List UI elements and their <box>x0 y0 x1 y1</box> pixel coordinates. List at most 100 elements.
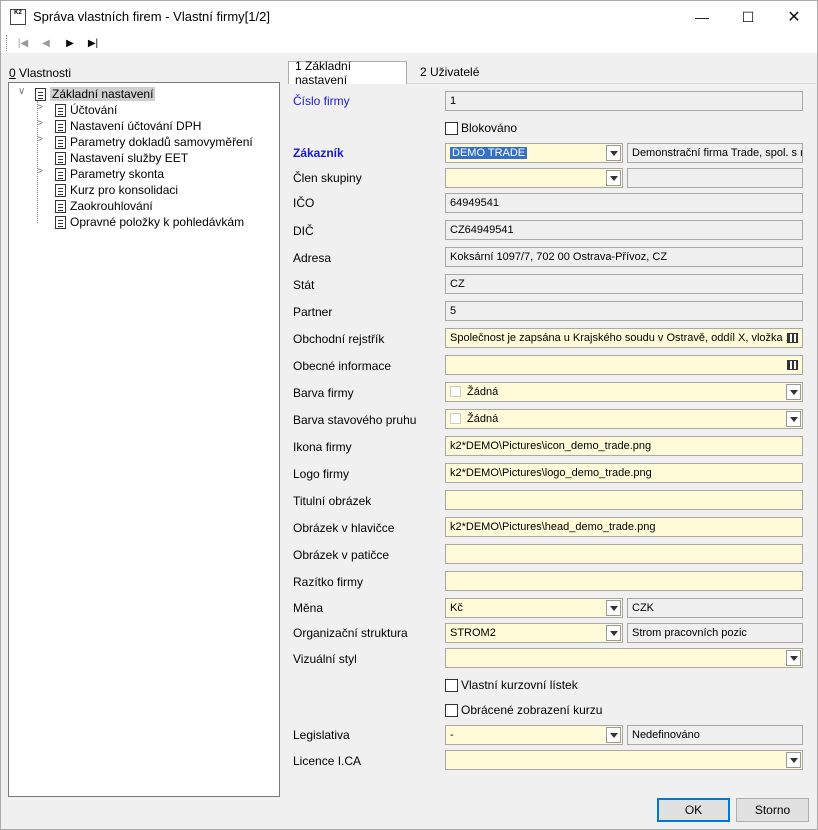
close-button[interactable]: ✕ <box>771 1 817 33</box>
org-struktura-name-field: Strom pracovních pozic <box>627 623 803 643</box>
dic-field: CZ64949541 <box>445 220 803 240</box>
first-record-icon[interactable]: |◀ <box>15 35 31 51</box>
obrazek-paticka-field[interactable] <box>445 544 803 564</box>
tree-item-opravne-polozky[interactable]: Opravné položky k pohledávkám <box>55 214 244 230</box>
obrazek-paticka-label: Obrázek v patičce <box>293 548 390 562</box>
chevron-right-icon[interactable]: > <box>37 102 43 113</box>
titulni-obrazek-field[interactable] <box>445 490 803 510</box>
barva-pruhu-label: Barva stavového pruhu <box>293 413 417 427</box>
dropdown-arrow-icon[interactable] <box>606 625 621 641</box>
tab-uzivatele[interactable]: 2 Uživatelé <box>414 61 488 83</box>
barva-firmy-combobox[interactable]: Žádná <box>445 382 803 402</box>
checkbox-box[interactable] <box>445 703 458 717</box>
previous-record-icon[interactable]: ◀ <box>38 35 54 51</box>
tree-item-zakladni-nastaveni[interactable]: Základní nastavení <box>35 86 156 102</box>
color-swatch <box>450 413 461 424</box>
mena-label: Měna <box>293 601 324 615</box>
app-icon: K2 <box>10 9 26 25</box>
properties-panel-label: 0 Vlastnosti <box>9 66 72 80</box>
obecne-informace-label: Obecné informace <box>293 359 392 373</box>
legislativa-label: Legislativa <box>293 728 350 742</box>
partner-label: Partner <box>293 305 333 319</box>
obracene-zobrazeni-checkbox[interactable]: Obrácené zobrazení kurzu <box>445 702 602 718</box>
zakaznik-label: Zákazník <box>293 146 344 160</box>
clen-skupiny-label: Člen skupiny <box>293 171 362 185</box>
dialog-window: K2 Správa vlastních firem - Vlastní firm… <box>0 0 818 830</box>
dropdown-arrow-icon[interactable] <box>786 650 801 666</box>
next-record-icon[interactable]: ▶ <box>62 35 78 51</box>
licence-combobox[interactable] <box>445 750 803 770</box>
tree-item-zaokrouhlovani[interactable]: Zaokrouhlování <box>55 198 153 214</box>
last-record-icon[interactable]: ▶| <box>85 35 101 51</box>
logo-firmy-field[interactable]: k2*DEMO\Pictures\logo_demo_trade.png <box>445 463 803 483</box>
document-icon <box>55 119 66 133</box>
tree-item-uctovani[interactable]: Účtování <box>55 102 117 118</box>
tree-item-kurz-konsolidace[interactable]: Kurz pro konsolidaci <box>55 182 178 198</box>
properties-tree[interactable]: ∨ Základní nastavení > Účtování > Nastav… <box>8 82 280 797</box>
tab-zakladni-nastaveni[interactable]: 1 Základní nastavení <box>288 59 407 87</box>
mena-combobox[interactable]: Kč <box>445 598 623 618</box>
ico-label: IČO <box>293 196 315 210</box>
chevron-down-icon[interactable]: ∨ <box>18 86 25 97</box>
stat-label: Stát <box>293 278 315 292</box>
dropdown-arrow-icon[interactable] <box>786 384 801 400</box>
legislativa-combobox[interactable]: - <box>445 725 623 745</box>
tree-item-parametry-dokladu[interactable]: Parametry dokladů samovyměření <box>55 134 253 150</box>
razitko-field[interactable] <box>445 571 803 591</box>
toolbar-separator <box>6 35 7 51</box>
razitko-label: Razítko firmy <box>293 575 364 589</box>
tree-item-nastaveni-uctovani-dph[interactable]: Nastavení účtování DPH <box>55 118 201 134</box>
dropdown-arrow-icon[interactable] <box>786 411 801 427</box>
chevron-right-icon[interactable]: > <box>37 118 43 129</box>
vizualni-styl-combobox[interactable] <box>445 648 803 668</box>
vizualni-styl-label: Vizuální styl <box>293 652 357 666</box>
checkbox-box[interactable] <box>445 121 458 135</box>
dropdown-arrow-icon[interactable] <box>606 727 621 743</box>
document-icon <box>55 135 66 149</box>
legislativa-name-field: Nedefinováno <box>627 725 803 745</box>
checkbox-box[interactable] <box>445 678 458 692</box>
clen-skupiny-name-field <box>627 168 803 188</box>
editor-icon[interactable] <box>784 330 801 346</box>
dropdown-arrow-icon[interactable] <box>606 600 621 616</box>
window-title: Správa vlastních firem - Vlastní firmy[1… <box>33 9 270 24</box>
org-struktura-combobox[interactable]: STROM2 <box>445 623 623 643</box>
document-icon <box>55 199 66 213</box>
clen-skupiny-combobox[interactable] <box>445 168 623 188</box>
zakaznik-combobox[interactable]: DEMO TRADE <box>445 143 623 163</box>
cislo-firmy-label: Číslo firmy <box>293 94 350 108</box>
obchodni-rejstrik-field[interactable]: Společnost je zapsána u Krajského soudu … <box>445 328 803 348</box>
tree-item-parametry-skonta[interactable]: Parametry skonta <box>55 166 164 182</box>
adresa-field: Koksární 1097/7, 702 00 Ostrava-Přívoz, … <box>445 247 803 267</box>
ico-field: 64949541 <box>445 193 803 213</box>
dic-label: DIČ <box>293 224 314 238</box>
maximize-button[interactable]: ☐ <box>725 1 771 33</box>
editor-icon[interactable] <box>784 357 801 373</box>
dropdown-arrow-icon[interactable] <box>606 170 621 186</box>
obecne-informace-field[interactable] <box>445 355 803 375</box>
logo-firmy-label: Logo firmy <box>293 467 350 481</box>
minimize-button[interactable]: — <box>679 1 725 33</box>
mena-name-field: CZK <box>627 598 803 618</box>
dropdown-arrow-icon[interactable] <box>786 752 801 768</box>
chevron-right-icon[interactable]: > <box>37 166 43 177</box>
chevron-right-icon[interactable]: > <box>37 134 43 145</box>
document-icon <box>55 215 66 229</box>
document-icon <box>35 87 46 101</box>
blokovano-checkbox[interactable]: Blokováno <box>445 120 517 136</box>
color-swatch <box>450 386 461 397</box>
ikona-firmy-label: Ikona firmy <box>293 440 352 454</box>
ikona-firmy-field[interactable]: k2*DEMO\Pictures\icon_demo_trade.png <box>445 436 803 456</box>
barva-pruhu-combobox[interactable]: Žádná <box>445 409 803 429</box>
tree-item-nastaveni-eet[interactable]: Nastavení služby EET <box>55 150 188 166</box>
document-icon <box>55 167 66 181</box>
adresa-label: Adresa <box>293 251 332 265</box>
cancel-button[interactable]: Storno <box>736 798 809 822</box>
dropdown-arrow-icon[interactable] <box>606 145 621 161</box>
ok-button[interactable]: OK <box>657 798 730 822</box>
zakaznik-name-field: Demonstrační firma Trade, spol. s r. <box>627 143 803 163</box>
title-bar: K2 Správa vlastních firem - Vlastní firm… <box>1 1 817 33</box>
obrazek-hlavicka-field[interactable]: k2*DEMO\Pictures\head_demo_trade.png <box>445 517 803 537</box>
vlastni-kurzovni-checkbox[interactable]: Vlastní kurzovní lístek <box>445 677 578 693</box>
titulni-obrazek-label: Titulní obrázek <box>293 494 372 508</box>
